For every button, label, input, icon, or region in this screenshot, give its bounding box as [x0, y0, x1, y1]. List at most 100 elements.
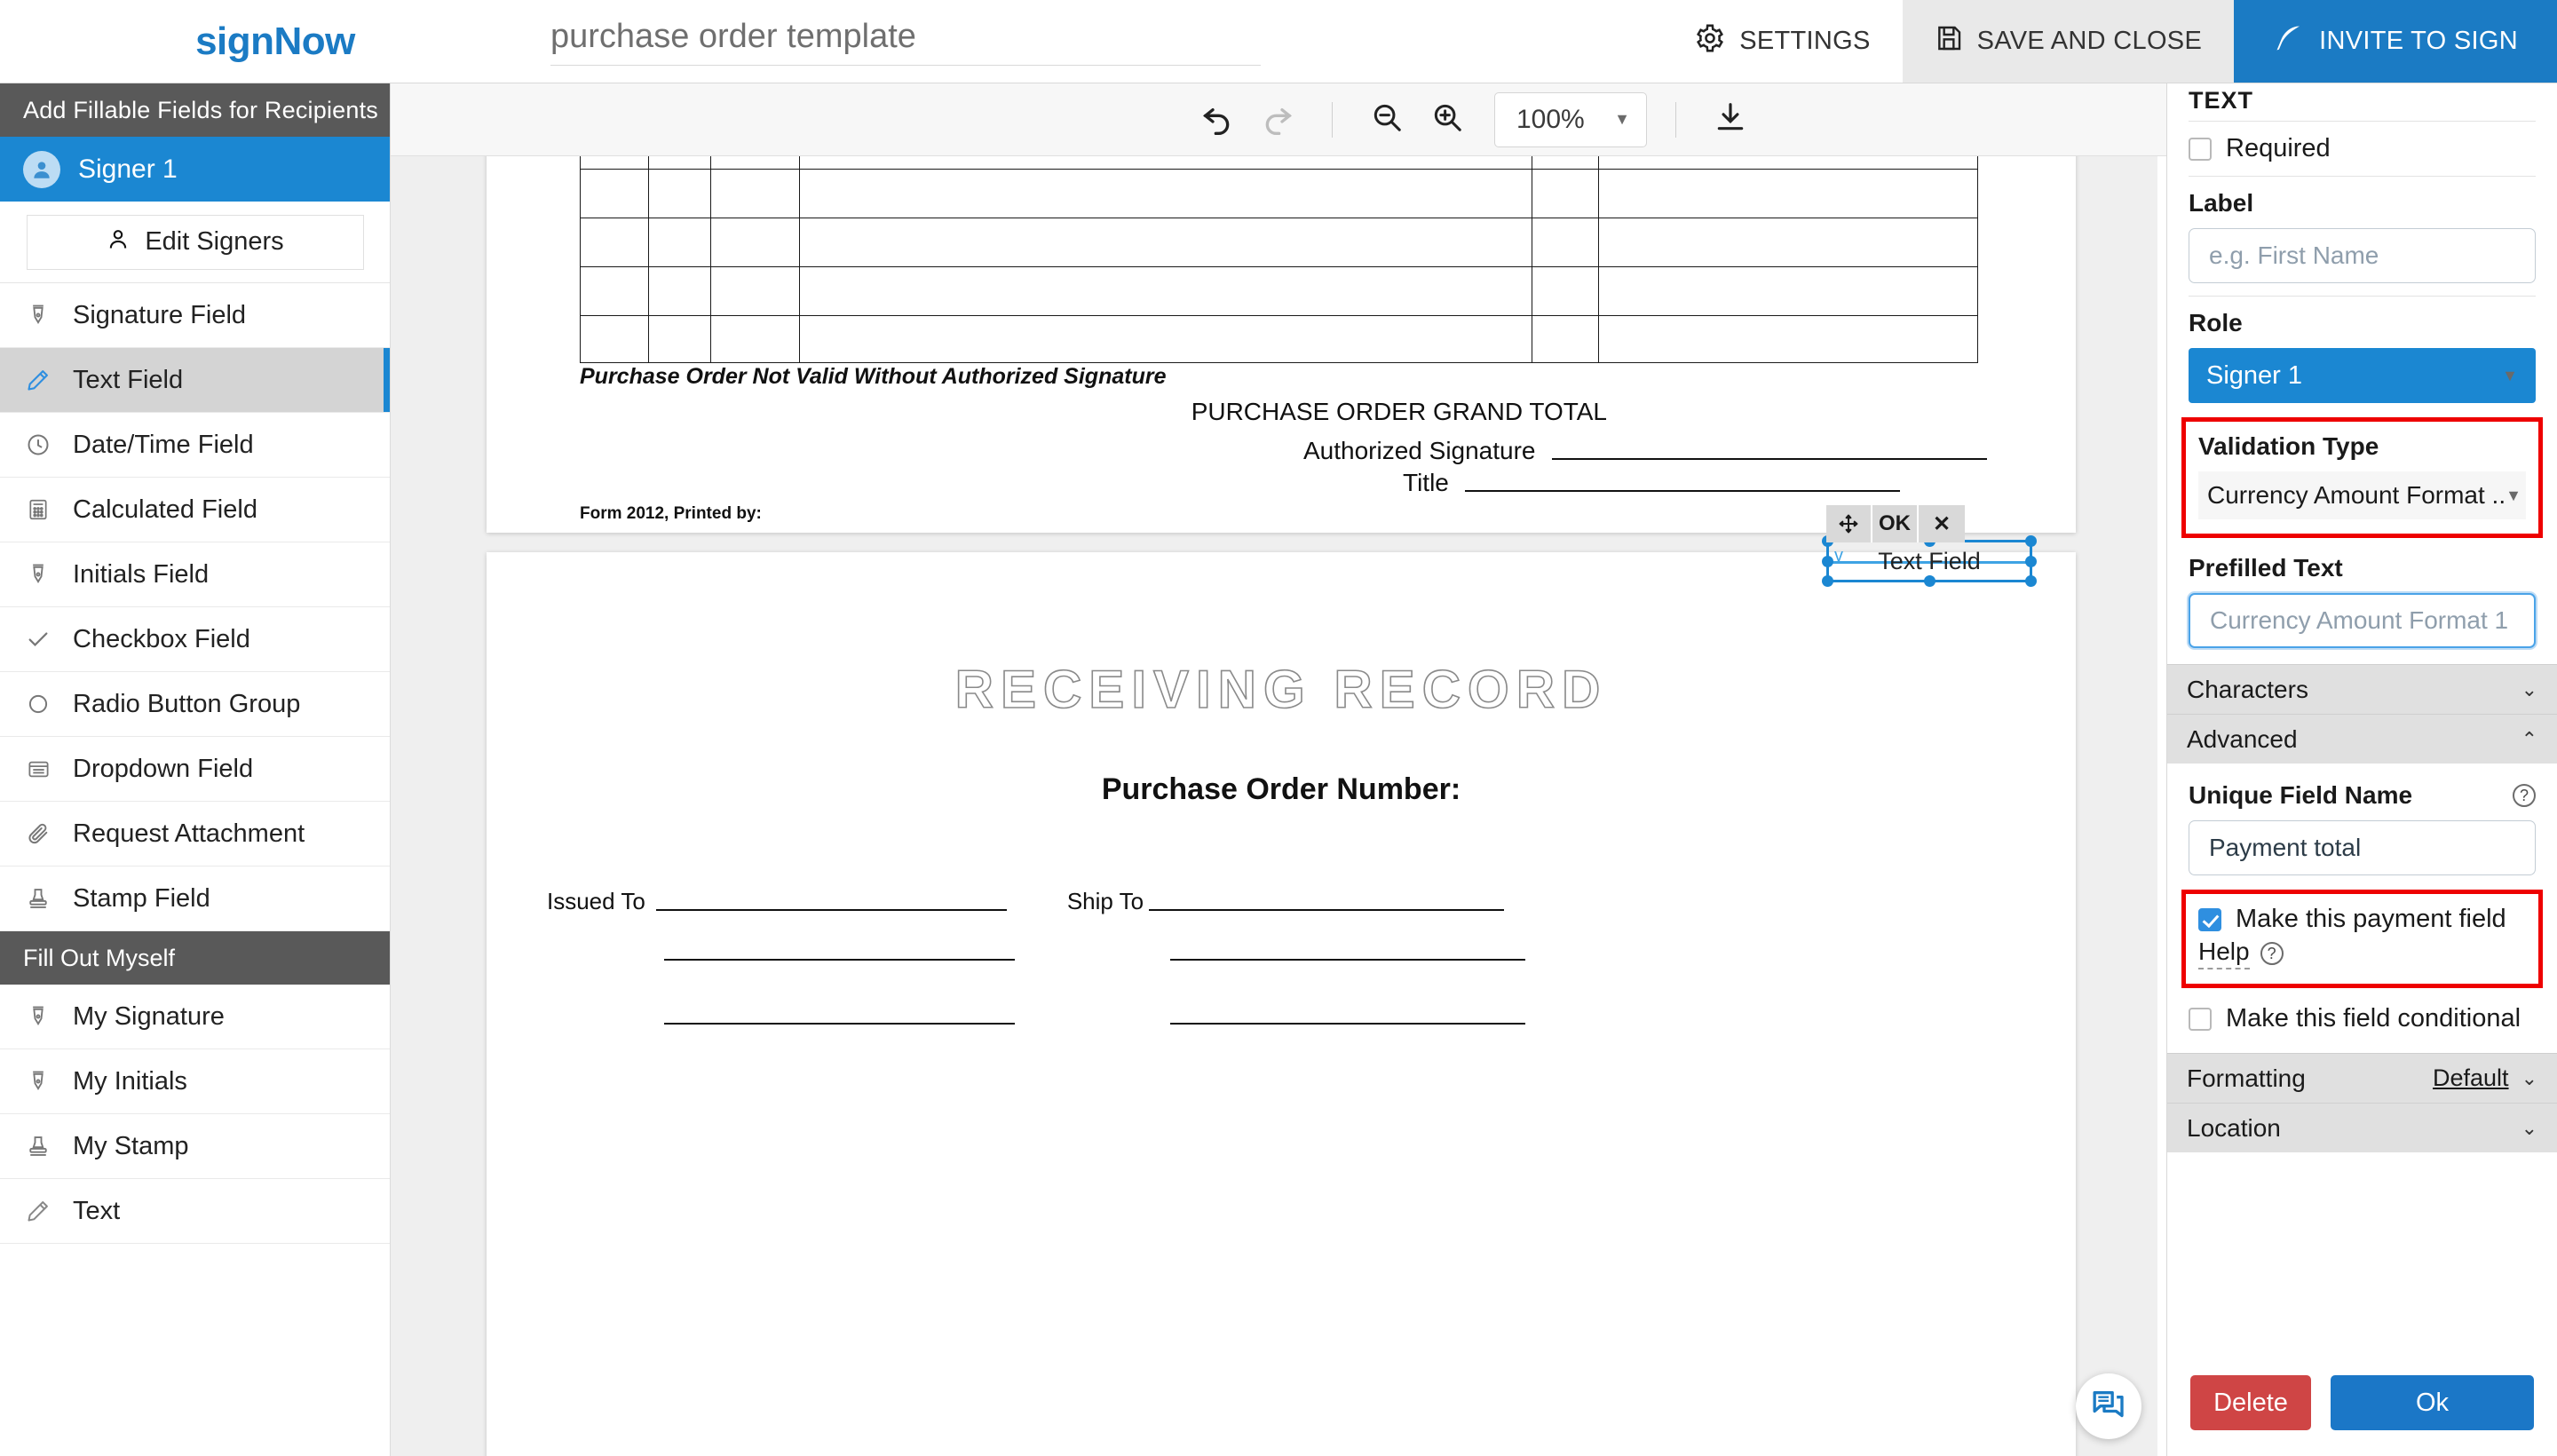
redo-button[interactable] [1252, 94, 1303, 146]
table-row [581, 316, 1978, 363]
sidebar-item-dropdown-field[interactable]: Dropdown Field [0, 737, 390, 802]
grand-total-label: PURCHASE ORDER GRAND TOTAL [1191, 398, 1607, 426]
logo-text: signNow [195, 20, 355, 64]
sidebar-item-label: Initials Field [73, 560, 209, 590]
role-value: Signer 1 [2206, 361, 2302, 391]
label-input[interactable] [2189, 228, 2536, 283]
sidebar-item-radio-button-group[interactable]: Radio Button Group [0, 672, 390, 737]
unique-field-name-row: Unique Field Name ? [2189, 781, 2536, 810]
unique-field-name-input[interactable] [2189, 820, 2536, 875]
zoom-level-select[interactable]: 100% ▼ [1494, 92, 1647, 147]
payment-field-checkbox[interactable] [2198, 908, 2221, 931]
paperclip-icon [23, 821, 53, 846]
ok-button[interactable]: Ok [2331, 1375, 2534, 1430]
prefilled-text-input[interactable] [2189, 593, 2536, 648]
sidebar-item-label: Date/Time Field [73, 431, 254, 460]
role-heading: Role [2189, 309, 2536, 337]
sidebar-item-label: Request Attachment [73, 819, 305, 849]
validation-type-value: Currency Amount Format .. [2207, 481, 2506, 510]
help-link[interactable]: Help [2198, 938, 2250, 969]
zoom-in-button[interactable] [1421, 94, 1473, 146]
payment-field-row[interactable]: Make this payment field [2198, 905, 2526, 934]
title-rule [1465, 490, 1900, 492]
undo-button[interactable] [1191, 94, 1243, 146]
save-and-close-button[interactable]: SAVE AND CLOSE [1903, 0, 2234, 83]
accordion-formatting[interactable]: Formatting Default ⌄ [2167, 1053, 2557, 1103]
table-row [581, 218, 1978, 267]
document-title-input[interactable]: purchase order template [550, 18, 1261, 66]
conditional-field-row[interactable]: Make this field conditional [2189, 1004, 2536, 1033]
toolbar-divider-2 [1675, 102, 1676, 138]
accordion-characters[interactable]: Characters ⌄ [2167, 664, 2557, 714]
move-field-button[interactable] [1826, 505, 1872, 542]
sidebar-item-request-attachment[interactable]: Request Attachment [0, 802, 390, 866]
help-question-icon[interactable]: ? [2260, 942, 2284, 965]
sidebar-signer-item[interactable]: Signer 1 [0, 137, 390, 202]
formatting-right: Default ⌄ [2433, 1064, 2537, 1092]
role-select[interactable]: Signer 1 ▼ [2189, 348, 2536, 403]
required-label: Required [2226, 134, 2331, 163]
edit-signers-button[interactable]: Edit Signers [27, 215, 364, 270]
check-icon [23, 627, 53, 652]
sidebar-item-label: Stamp Field [73, 884, 210, 914]
accordion-advanced[interactable]: Advanced ⌃ [2167, 714, 2557, 764]
text-field-widget[interactable]: v Text Field [1826, 540, 2032, 582]
authorized-signature-label: Authorized Signature [1303, 437, 1536, 465]
chevron-down-icon: ▼ [2502, 367, 2518, 385]
sidebar-item-label: Calculated Field [73, 495, 257, 525]
required-checkbox[interactable] [2189, 138, 2212, 161]
sidebar-item-stamp-field[interactable]: Stamp Field [0, 866, 390, 931]
help-question-icon[interactable]: ? [2513, 784, 2536, 807]
resize-handle-bottom-center[interactable] [1924, 575, 1936, 587]
settings-button[interactable]: SETTINGS [1663, 0, 1902, 83]
invite-to-sign-button[interactable]: INVITE TO SIGN [2234, 0, 2557, 83]
sidebar-item-date-time-field[interactable]: Date/Time Field [0, 413, 390, 478]
sidebar-item-checkbox-field[interactable]: Checkbox Field [0, 607, 390, 672]
pencil-icon [23, 1199, 53, 1223]
resize-handle-bottom-right[interactable] [2025, 575, 2037, 587]
zoom-out-button[interactable] [1361, 94, 1413, 146]
payment-field-highlight: Make this payment field Help ? [2181, 890, 2543, 988]
issued-to-row-2 [487, 959, 2076, 961]
validation-type-select[interactable]: Currency Amount Format .. ▼ [2198, 471, 2526, 519]
delete-button[interactable]: Delete [2190, 1375, 2311, 1430]
sidebar-item-calculated-field[interactable]: Calculated Field [0, 478, 390, 542]
purchase-order-validity-note: Purchase Order Not Valid Without Authori… [580, 364, 1166, 390]
signnow-document-editor: signNow purchase order template SETTINGS [0, 0, 2557, 1456]
clock-icon [23, 432, 53, 457]
resize-handle-top-right[interactable] [2025, 535, 2037, 547]
payment-field-label: Make this payment field [2236, 905, 2506, 934]
sidebar-item-signature-field[interactable]: Signature Field [0, 283, 390, 348]
chat-support-button[interactable] [2076, 1373, 2141, 1439]
sidebar-item-initials-field[interactable]: Initials Field [0, 542, 390, 607]
resize-handle-middle-right[interactable] [2025, 556, 2037, 567]
required-row[interactable]: Required [2189, 134, 2536, 163]
purchase-order-table [580, 156, 1978, 363]
sidebar-item-label: Signature Field [73, 301, 246, 330]
issued-to-label: Issued To [547, 888, 645, 915]
chevron-down-icon: ▼ [2506, 487, 2521, 505]
download-button[interactable] [1705, 94, 1756, 146]
brand-logo[interactable]: signNow [0, 0, 550, 83]
resize-handle-bottom-left[interactable] [1822, 575, 1833, 587]
sidebar-item-text-field[interactable]: Text Field [0, 348, 390, 413]
sidebar-item-text[interactable]: Text [0, 1179, 390, 1244]
sidebar-item-label: My Initials [73, 1067, 187, 1096]
sidebar-item-label: My Signature [73, 1002, 225, 1032]
sidebar-item-my-initials[interactable]: My Initials [0, 1049, 390, 1114]
field-properties-panel: TEXT Required Label Role Signer 1 ▼ Vali… [2166, 83, 2557, 1456]
sidebar-item-my-stamp[interactable]: My Stamp [0, 1114, 390, 1179]
properties-scroll-area[interactable]: TEXT Required Label Role Signer 1 ▼ Vali… [2167, 83, 2557, 1456]
document-canvas[interactable]: Purchase Order Not Valid Without Authori… [391, 156, 2157, 1456]
validation-type-highlight: Validation Type Currency Amount Format .… [2181, 417, 2543, 538]
accordion-location[interactable]: Location ⌄ [2167, 1103, 2557, 1152]
sidebar-item-my-signature[interactable]: My Signature [0, 985, 390, 1049]
field-ok-button[interactable]: OK [1872, 505, 1919, 542]
pen-nib-icon [23, 1069, 53, 1094]
stamp-icon [23, 886, 53, 911]
resize-handle-middle-left[interactable] [1822, 556, 1833, 567]
field-close-button[interactable]: ✕ [1919, 505, 1965, 542]
conditional-field-label: Make this field conditional [2226, 1004, 2521, 1033]
issued-to-rule-3 [664, 1023, 1015, 1025]
conditional-field-checkbox[interactable] [2189, 1008, 2212, 1031]
